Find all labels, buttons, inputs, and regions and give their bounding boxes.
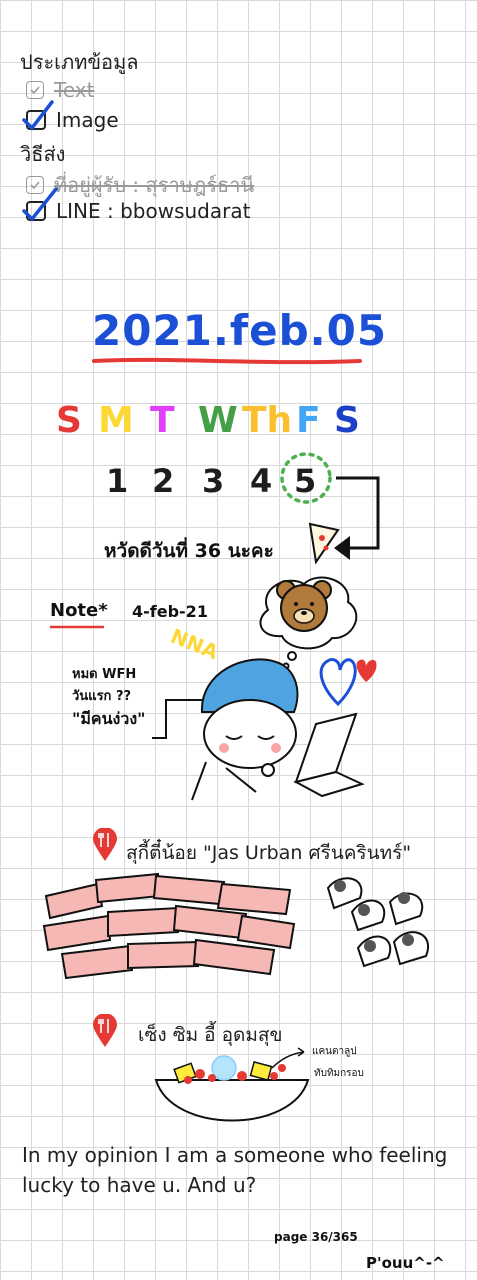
bear-icon (276, 580, 332, 632)
arrow-icon (334, 536, 378, 560)
option-image[interactable]: Image (22, 100, 119, 132)
wfh-line-2: วันแรก ?? (72, 689, 132, 704)
date-title: 2021.feb.05 (92, 306, 388, 355)
method-heading: วิธีส่ง (20, 142, 66, 166)
weekday-wed: W (198, 400, 238, 441)
arrow-icon (271, 1047, 305, 1069)
option-text-label: Text (54, 78, 95, 102)
holiday-note: หวัดดีวันที่ 36 นะคะ (104, 540, 274, 562)
checkmark-icon (22, 100, 54, 131)
bacon-illustration (42, 872, 296, 980)
sleeping-person-illustration (191, 658, 365, 801)
wfh-note: หมด WFH วันแรก ?? "มีคนง่วง" (72, 664, 145, 730)
weekday-sat: S (334, 400, 360, 441)
weekday-sun: S (56, 400, 82, 441)
option-address-label: ที่อยู่ผู้รับ : สุราษฎร์ธานี (54, 173, 255, 197)
place-1-label: สุกี้ตี๋น้อย "Jas Urban ศรีนครินทร์" (126, 842, 412, 864)
checkbox-icon[interactable] (22, 100, 54, 131)
option-address[interactable]: ที่อยู่ผู้รับ : สุราษฎร์ธานี (26, 169, 254, 201)
day-3: 3 (202, 462, 225, 500)
option-line[interactable]: LINE : bbowsudarat (22, 187, 251, 223)
weekday-mon: M (98, 400, 134, 441)
location-pin-icon (93, 828, 117, 861)
data-type-heading: ประเภทข้อมูล (20, 50, 139, 74)
place-2-label: เซ็ง ซิม อี้ อุดมสุข (138, 1024, 283, 1046)
option-line-label: LINE : bbowsudarat (56, 199, 251, 223)
weekday-fri: F (296, 400, 321, 441)
wfh-line-1: หมด WFH (72, 667, 137, 682)
note-date: 4-feb-21 (132, 602, 208, 621)
location-pin-icon (93, 1014, 117, 1047)
bowl-label-tubtim: ทับทิมกรอบ (314, 1068, 364, 1079)
date-underline (92, 357, 362, 365)
day-2: 2 (152, 462, 175, 500)
page-counter: page 36/365 (274, 1230, 358, 1244)
day-4: 4 (250, 462, 273, 500)
note-underline (50, 625, 104, 629)
signature: P'ouu^-^ (366, 1254, 445, 1272)
checkmark-icon (22, 187, 58, 222)
checkbox-icon[interactable] (26, 81, 44, 99)
dumplings-illustration (326, 877, 429, 968)
date-title-block: 2021.feb.05 (92, 306, 388, 374)
weekday-tue: T (150, 400, 175, 441)
weekday-thu: Th (242, 400, 293, 441)
bowl-label-cantaloupe: แคนตาลูป (312, 1046, 357, 1057)
wfh-line-3: "มีคนง่วง" (72, 709, 146, 728)
day-1: 1 (106, 462, 129, 500)
opinion-text: In my opinion I am a someone who feeling… (22, 1143, 448, 1197)
option-image-label: Image (56, 108, 119, 132)
note-label: Note* (50, 600, 108, 621)
checkbox-icon[interactable] (22, 187, 58, 222)
weekday-row: S M T W Th F S (56, 400, 366, 446)
